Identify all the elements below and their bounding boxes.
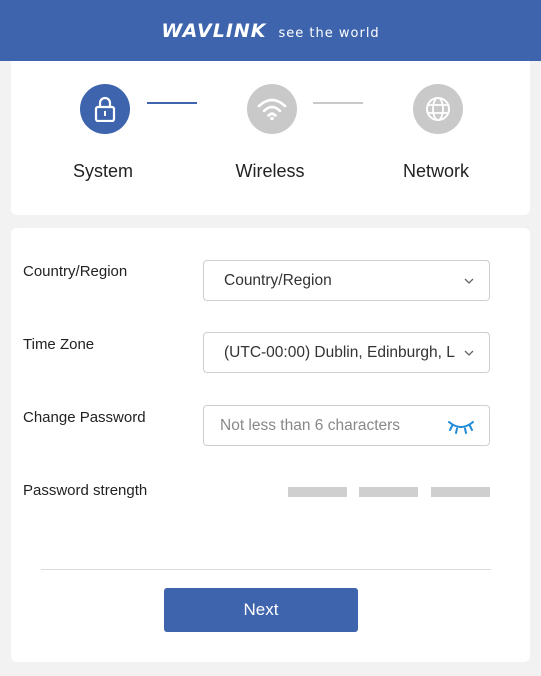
chevron-down-icon (464, 278, 474, 284)
country-select[interactable]: Country/Region (203, 260, 490, 301)
step-connector-1 (147, 102, 197, 104)
step-label-network: Network (402, 161, 469, 181)
step-network-icon (413, 84, 463, 134)
brand-name: WAVLINK (161, 19, 267, 42)
form-divider (41, 569, 491, 570)
step-connector-2 (313, 102, 363, 104)
chevron-down-icon (464, 350, 474, 356)
password-placeholder: Not less than 6 characters (220, 416, 401, 434)
next-button[interactable]: Next (164, 588, 358, 632)
country-select-value: Country/Region (224, 271, 332, 289)
strength-segment-1 (288, 487, 347, 497)
password-strength-label: Password strength (23, 482, 148, 499)
brand-logo: WAVLINK see the world (161, 20, 379, 42)
step-label-wireless: Wireless (235, 161, 305, 181)
lock-icon (94, 96, 116, 122)
password-field[interactable]: Not less than 6 characters (203, 405, 490, 446)
step-system-icon (80, 84, 130, 134)
eye-closed-icon[interactable] (447, 417, 475, 435)
timezone-select[interactable]: (UTC-00:00) Dublin, Edinburgh, Lisbon, L… (203, 332, 490, 373)
strength-segment-3 (431, 487, 490, 497)
setup-steps: System Wireless Network (11, 61, 530, 215)
globe-icon (426, 97, 450, 121)
password-label: Change Password (23, 409, 146, 426)
wifi-icon (257, 98, 287, 121)
step-wireless-icon (247, 84, 297, 134)
strength-segment-2 (359, 487, 418, 497)
country-label: Country/Region (23, 263, 128, 280)
brand-tagline: see the world (278, 25, 380, 41)
step-label-system: System (72, 161, 133, 181)
timezone-select-value: (UTC-00:00) Dublin, Edinburgh, Lisbon, L… (224, 343, 455, 361)
system-settings-form: Country/Region Country/Region Time Zone … (11, 228, 530, 662)
timezone-label: Time Zone (23, 336, 95, 353)
top-header: WAVLINK see the world (0, 0, 541, 61)
